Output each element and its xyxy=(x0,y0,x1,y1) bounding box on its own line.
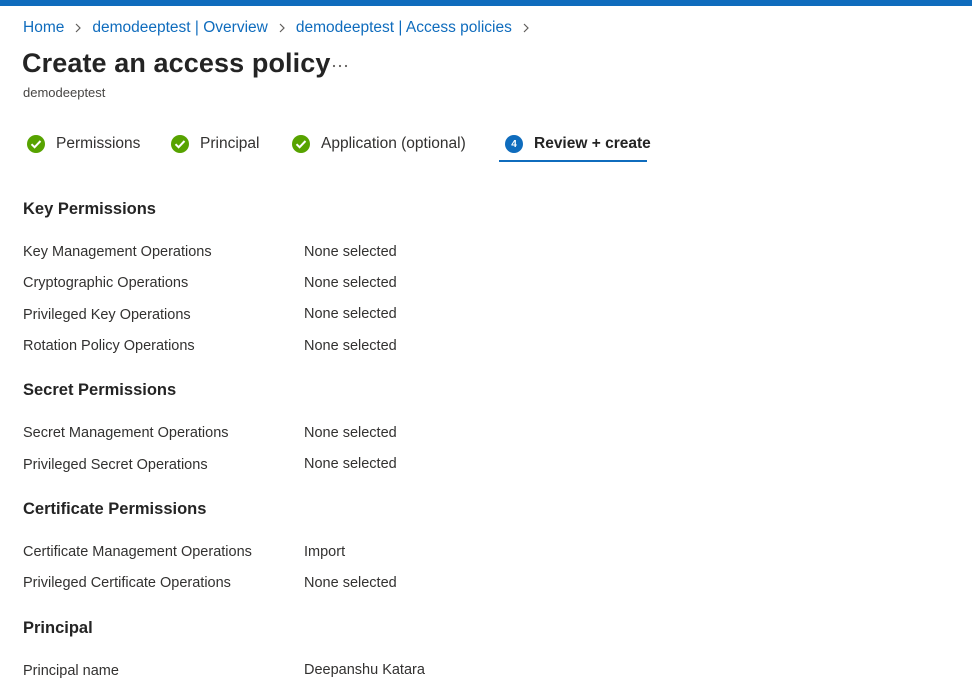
active-tab-indicator xyxy=(499,160,647,162)
breadcrumb-overview[interactable]: demodeeptest | Overview xyxy=(92,19,267,37)
row-label: Privileged Key Operations xyxy=(23,307,191,323)
tab-label: Principal xyxy=(200,135,260,152)
breadcrumb-access-policies[interactable]: demodeeptest | Access policies xyxy=(296,19,512,37)
section-title-certificate-permissions: Certificate Permissions xyxy=(23,500,207,518)
chevron-right-icon xyxy=(272,18,292,38)
tab-review-create[interactable]: 4 Review + create xyxy=(504,125,651,163)
row-value: None selected xyxy=(304,575,397,591)
tab-label: Application (optional) xyxy=(321,135,466,152)
row-value: None selected xyxy=(304,425,397,441)
tab-application[interactable]: Application (optional) xyxy=(291,125,466,163)
row-value: None selected xyxy=(304,456,397,472)
row-label: Privileged Certificate Operations xyxy=(23,575,231,591)
tab-principal[interactable]: Principal xyxy=(170,125,259,163)
step-number-badge: 4 xyxy=(504,134,524,154)
row-label: Cryptographic Operations xyxy=(23,275,189,291)
tab-permissions[interactable]: Permissions xyxy=(26,125,140,163)
row-label: Privileged Secret Operations xyxy=(23,457,208,473)
row-label: Principal name xyxy=(23,663,119,679)
section-title-secret-permissions: Secret Permissions xyxy=(23,381,177,399)
checkmark-circle-icon xyxy=(26,134,46,154)
row-label: Rotation Policy Operations xyxy=(23,338,195,354)
row-label: Certificate Management Operations xyxy=(23,544,252,560)
chevron-right-icon xyxy=(68,18,88,38)
checkmark-circle-icon xyxy=(291,134,311,154)
section-title-key-permissions: Key Permissions xyxy=(23,200,156,218)
breadcrumb-home[interactable]: Home xyxy=(23,19,64,37)
tab-label: Permissions xyxy=(56,135,141,152)
row-value: None selected xyxy=(304,275,397,291)
page-subtitle: demodeeptest xyxy=(23,85,106,100)
row-value: Deepanshu Katara xyxy=(304,662,425,678)
row-value: Import xyxy=(304,544,346,560)
chevron-right-icon xyxy=(516,18,536,38)
more-options-button[interactable] xyxy=(328,56,352,76)
ellipsis-icon xyxy=(332,64,348,68)
row-value: None selected xyxy=(304,338,397,354)
tab-label: Review + create xyxy=(534,135,651,152)
row-label: Key Management Operations xyxy=(23,244,212,260)
section-title-principal: Principal xyxy=(23,619,93,637)
top-accent-bar xyxy=(0,0,972,6)
page-title: Create an access policy xyxy=(22,48,331,78)
row-value: None selected xyxy=(304,306,397,322)
row-label: Secret Management Operations xyxy=(23,425,229,441)
row-value: None selected xyxy=(304,244,397,260)
checkmark-circle-icon xyxy=(170,134,190,154)
breadcrumb: Home demodeeptest | Overview demodeeptes… xyxy=(23,18,540,38)
